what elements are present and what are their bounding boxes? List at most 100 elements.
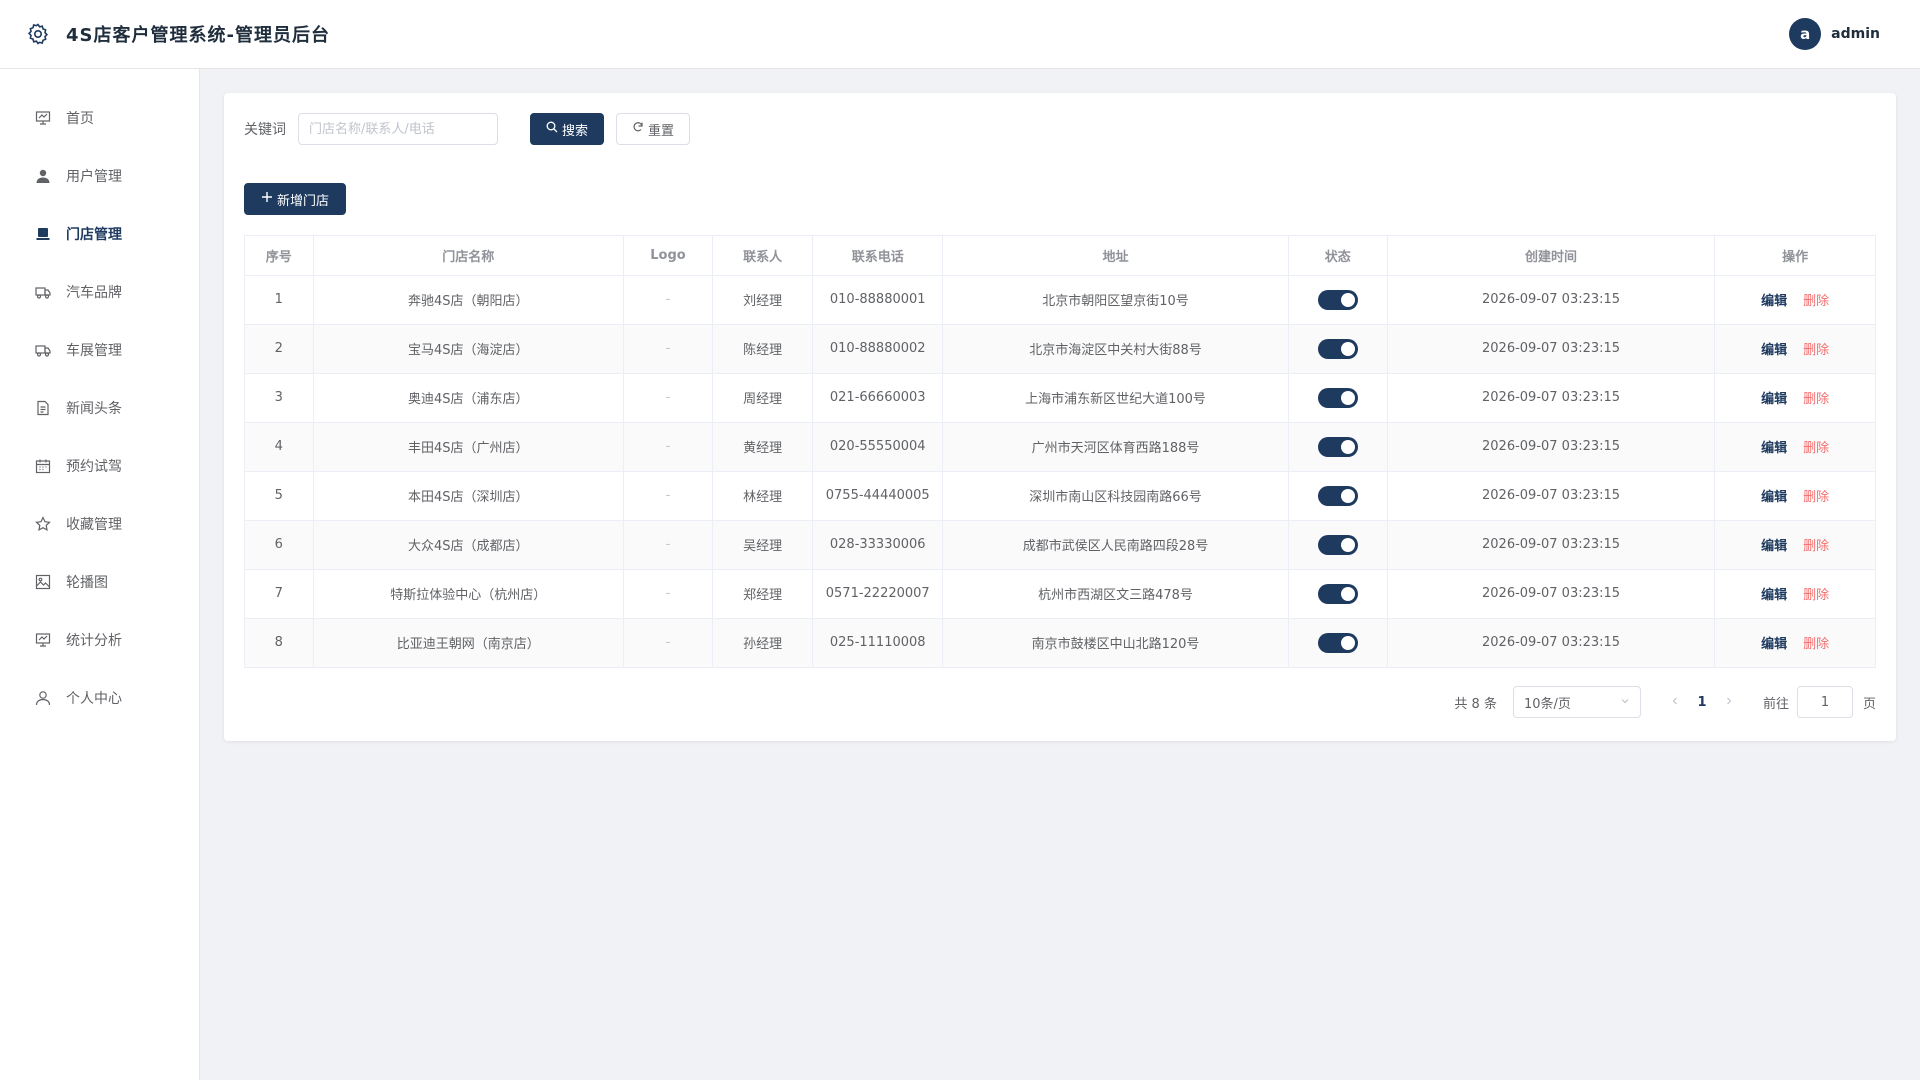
app-title: 4S店客户管理系统-管理员后台	[66, 25, 330, 46]
edit-button[interactable]: 编辑	[1761, 294, 1787, 309]
sidebar-item-profile[interactable]: 个人中心	[0, 669, 199, 727]
edit-button[interactable]: 编辑	[1761, 392, 1787, 407]
page-number[interactable]: 1	[1687, 695, 1717, 710]
sidebar-item-news[interactable]: 新闻头条	[0, 379, 199, 437]
chevron-down-icon	[1620, 695, 1630, 710]
column-header: 联系人	[712, 236, 814, 276]
sidebar-item-car-brands[interactable]: 汽车品牌	[0, 263, 199, 321]
content-card: 关键词 搜索 重置 新增门店	[224, 93, 1896, 741]
brand: 4S店客户管理系统-管理员后台	[24, 20, 330, 48]
delete-button[interactable]: 删除	[1803, 637, 1829, 652]
edit-button[interactable]: 编辑	[1761, 539, 1787, 554]
cell-created: 2026-09-07 03:23:15	[1387, 275, 1716, 325]
cell-address: 成都市武侯区人民南路四段28号	[942, 520, 1289, 570]
search-icon	[546, 121, 558, 137]
sidebar-item-favorites[interactable]: 收藏管理	[0, 495, 199, 553]
sidebar-item-stores[interactable]: 门店管理	[0, 205, 199, 263]
cell-no: 4	[245, 422, 314, 472]
presentation-icon	[34, 109, 52, 127]
delete-button[interactable]: 删除	[1803, 392, 1829, 407]
cell-address: 北京市海淀区中关村大街88号	[942, 324, 1289, 374]
cell-logo: -	[623, 569, 714, 619]
column-header: 门店名称	[313, 236, 624, 276]
edit-button[interactable]: 编辑	[1761, 343, 1787, 358]
cell-store-name: 本田4S店（深圳店）	[313, 471, 624, 521]
toggle-knob	[1340, 537, 1355, 552]
cell-contact: 郑经理	[712, 569, 814, 619]
sidebar-item-label: 首页	[66, 111, 94, 127]
toggle-knob	[1340, 488, 1355, 503]
store-table: 序号 门店名称 Logo 联系人 联系电话 地址 状态 创建时间 操作 1 奔驰…	[244, 235, 1876, 668]
column-header: Logo	[623, 236, 714, 276]
reset-button[interactable]: 重置	[616, 113, 690, 145]
sidebar-item-label: 轮播图	[66, 575, 108, 591]
cell-address: 上海市浦东新区世纪大道100号	[942, 373, 1289, 423]
cell-created: 2026-09-07 03:23:15	[1387, 422, 1716, 472]
cell-created: 2026-09-07 03:23:15	[1387, 471, 1716, 521]
sidebar-item-statistics[interactable]: 统计分析	[0, 611, 199, 669]
cell-store-name: 大众4S店（成都店）	[313, 520, 624, 570]
pagination: 共 8 条 10条/页 1 前往 页	[244, 686, 1876, 718]
username[interactable]: admin	[1831, 26, 1880, 42]
person-icon	[34, 689, 52, 707]
gear-icon	[24, 20, 52, 48]
plus-icon	[261, 191, 273, 207]
edit-button[interactable]: 编辑	[1761, 588, 1787, 603]
delete-button[interactable]: 删除	[1803, 588, 1829, 603]
cell-logo: -	[623, 324, 714, 374]
cell-created: 2026-09-07 03:23:15	[1387, 373, 1716, 423]
search-input[interactable]	[298, 113, 498, 145]
cell-logo: -	[623, 471, 714, 521]
goto-page-input[interactable]	[1796, 686, 1853, 718]
delete-button[interactable]: 删除	[1803, 294, 1829, 309]
edit-button[interactable]: 编辑	[1761, 637, 1787, 652]
page-size-select[interactable]: 10条/页	[1512, 686, 1641, 718]
sidebar-item-carousel[interactable]: 轮播图	[0, 553, 199, 611]
next-page-button[interactable]	[1717, 694, 1741, 710]
cell-actions: 编辑 删除	[1714, 520, 1875, 570]
edit-button[interactable]: 编辑	[1761, 441, 1787, 456]
delete-button[interactable]: 删除	[1803, 441, 1829, 456]
page-size-value: 10条/页	[1523, 696, 1571, 712]
star-icon	[34, 515, 52, 533]
cell-created: 2026-09-07 03:23:15	[1387, 324, 1716, 374]
status-toggle[interactable]	[1317, 338, 1358, 359]
avatar[interactable]: a	[1789, 18, 1822, 50]
status-toggle[interactable]	[1317, 387, 1358, 408]
cell-logo: -	[623, 422, 714, 472]
status-toggle[interactable]	[1317, 632, 1358, 653]
sidebar-item-home[interactable]: 首页	[0, 89, 199, 147]
sidebar-item-test-drive[interactable]: 预约试驾	[0, 437, 199, 495]
cell-logo: -	[623, 520, 714, 570]
column-header: 状态	[1288, 236, 1388, 276]
sidebar-item-label: 门店管理	[66, 227, 122, 243]
cell-no: 2	[245, 324, 314, 374]
status-toggle[interactable]	[1317, 534, 1358, 555]
action-row: 新增门店	[244, 183, 1876, 215]
cell-actions: 编辑 删除	[1714, 373, 1875, 423]
cell-status	[1288, 275, 1388, 325]
table-row: 8 比亚迪王朝网（南京店） - 孙经理 025-11110008 南京市鼓楼区中…	[245, 618, 1875, 667]
delete-button[interactable]: 删除	[1803, 490, 1829, 505]
column-header: 创建时间	[1387, 236, 1716, 276]
column-header: 序号	[245, 236, 314, 276]
prev-page-button[interactable]	[1663, 694, 1687, 710]
status-toggle[interactable]	[1317, 485, 1358, 506]
sidebar-item-users[interactable]: 用户管理	[0, 147, 199, 205]
delete-button[interactable]: 删除	[1803, 539, 1829, 554]
keyword-label: 关键词	[244, 122, 286, 138]
sidebar-item-label: 统计分析	[66, 633, 122, 649]
edit-button[interactable]: 编辑	[1761, 490, 1787, 505]
cell-store-name: 奔驰4S店（朝阳店）	[313, 275, 624, 325]
add-store-button[interactable]: 新增门店	[244, 183, 346, 215]
chevron-left-icon	[1672, 697, 1677, 705]
search-button[interactable]: 搜索	[530, 113, 604, 145]
add-store-label: 新增门店	[276, 193, 329, 209]
cell-status	[1288, 324, 1388, 374]
user-menu[interactable]: a admin	[1789, 18, 1880, 50]
status-toggle[interactable]	[1317, 436, 1358, 457]
delete-button[interactable]: 删除	[1803, 343, 1829, 358]
status-toggle[interactable]	[1317, 289, 1358, 310]
status-toggle[interactable]	[1317, 583, 1358, 604]
sidebar-item-car-shows[interactable]: 车展管理	[0, 321, 199, 379]
